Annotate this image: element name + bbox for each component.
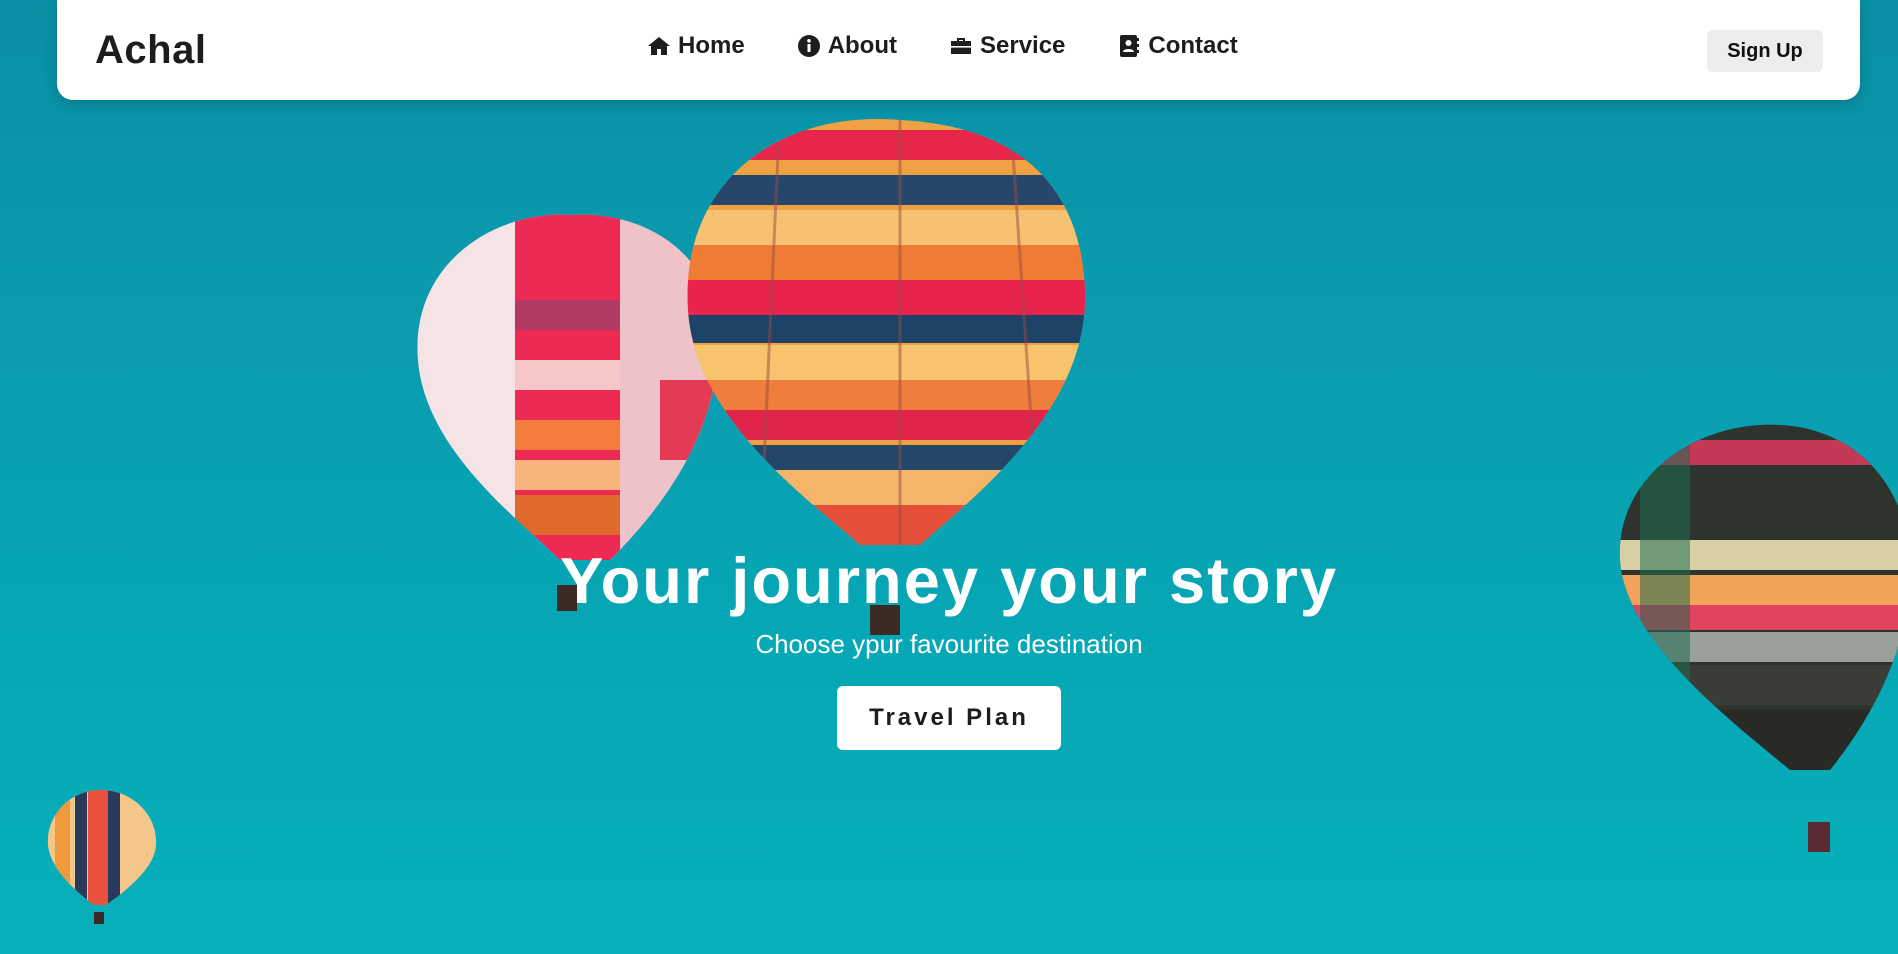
travel-plan-button[interactable]: Travel Plan: [837, 686, 1061, 750]
brand-logo[interactable]: Achal: [95, 28, 206, 73]
hero-title: Your journey your story: [560, 544, 1338, 617]
hero-content: Your journey your story Choose ypur favo…: [0, 540, 1898, 750]
hero-subtitle: Choose ypur favourite destination: [755, 629, 1143, 659]
contact-book-icon: [1120, 35, 1140, 57]
landing-page: Achal Home About Service Contact Sign Up…: [0, 0, 1898, 954]
sign-up-button[interactable]: Sign Up: [1707, 30, 1823, 72]
info-icon: [797, 35, 820, 57]
hero-background: [0, 0, 1898, 954]
nav-home-link[interactable]: Home: [647, 32, 745, 60]
briefcase-icon: [951, 38, 971, 54]
nav-about-link[interactable]: About: [797, 32, 897, 60]
nav-contact-link[interactable]: Contact: [1117, 32, 1238, 60]
nav-service-link[interactable]: Service: [949, 32, 1065, 60]
nav-contact-label: Contact: [1148, 32, 1238, 59]
top-navbar: Achal Home About Service Contact Sign Up: [57, 0, 1860, 100]
home-icon: [648, 37, 670, 55]
nav-about-label: About: [827, 32, 897, 59]
nav-home-label: Home: [678, 32, 745, 59]
nav-links: Home About Service Contact: [647, 32, 1238, 60]
hot-air-balloons-image: [47, 119, 1898, 924]
nav-service-label: Service: [980, 32, 1066, 59]
